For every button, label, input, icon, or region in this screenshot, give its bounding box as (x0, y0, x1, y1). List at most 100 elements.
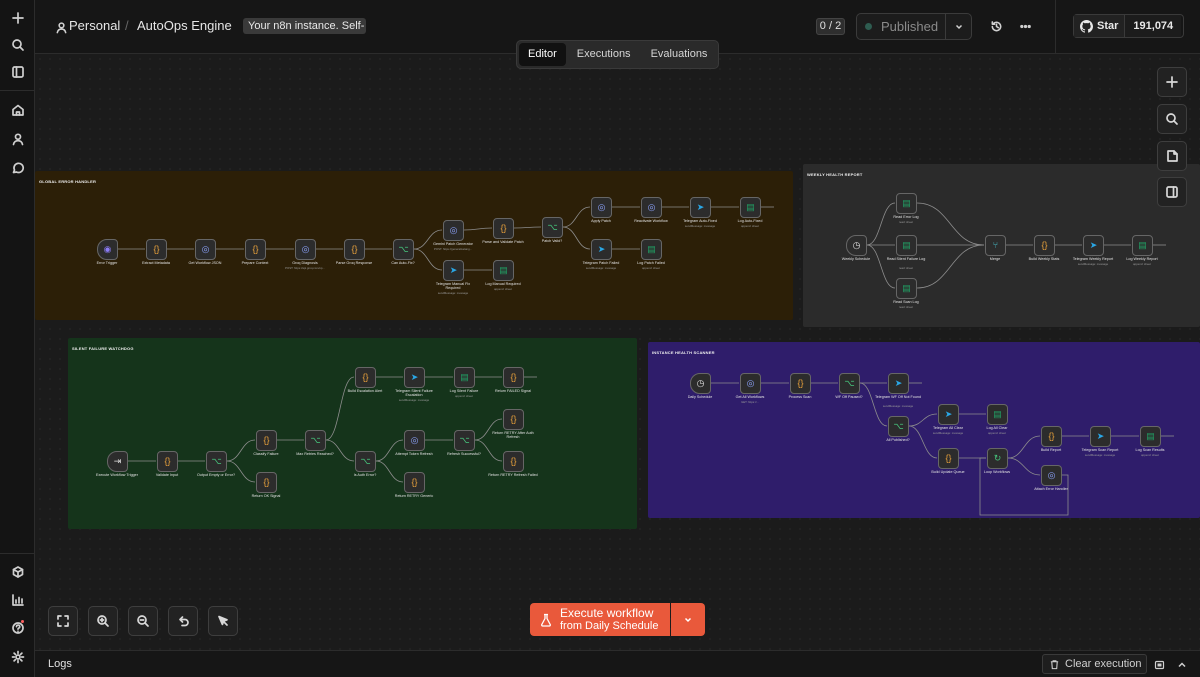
workflow-node[interactable]: {} (355, 367, 376, 388)
publish-button[interactable]: Published (856, 13, 946, 40)
workflow-node[interactable]: {} (256, 472, 277, 493)
tab-editor[interactable]: Editor (519, 43, 566, 66)
fit-view-button[interactable] (48, 606, 78, 636)
cursor-mode-button[interactable] (208, 606, 238, 636)
connection[interactable] (562, 206, 591, 228)
connection[interactable] (226, 460, 256, 483)
connection[interactable] (375, 439, 404, 462)
workflow-node[interactable]: ▤ (1132, 235, 1153, 256)
workflow-node[interactable]: {} (503, 451, 524, 472)
connection[interactable] (375, 460, 404, 483)
home-icon[interactable] (5, 99, 30, 121)
workflow-node[interactable]: ⌥ (839, 373, 860, 394)
workflow-node[interactable]: ◎ (1041, 465, 1062, 486)
workflow-node[interactable]: ◎ (740, 373, 761, 394)
workflow-node[interactable]: {} (1041, 426, 1062, 447)
workflow-node[interactable]: ▤ (896, 235, 917, 256)
workflow-node[interactable]: ▤ (740, 197, 761, 218)
workflow-node[interactable]: ◎ (295, 239, 316, 260)
workflow-node[interactable]: ▤ (896, 278, 917, 299)
execute-trigger-dropdown[interactable] (671, 603, 705, 636)
chat-icon[interactable] (5, 157, 30, 179)
chart-icon[interactable] (5, 589, 30, 611)
workflow-node[interactable]: {} (157, 451, 178, 472)
workflow-node[interactable]: ◎ (591, 197, 612, 218)
connection[interactable] (908, 413, 938, 427)
workflow-node[interactable]: {} (503, 409, 524, 430)
github-star-button[interactable]: Star 191,074 (1073, 14, 1184, 38)
workflow-node[interactable]: {} (256, 430, 277, 451)
workflow-node[interactable]: {} (404, 472, 425, 493)
zoom-out-button[interactable] (128, 606, 158, 636)
user-icon[interactable] (5, 128, 30, 150)
workflow-node[interactable]: ⌥ (305, 430, 326, 451)
workflow-node[interactable]: {} (503, 367, 524, 388)
tab-evaluations[interactable]: Evaluations (642, 43, 717, 66)
connection[interactable] (916, 202, 985, 246)
breadcrumb-project[interactable]: Personal (69, 18, 120, 33)
workflow-name[interactable]: AutoOps Engine (137, 18, 232, 33)
workflow-node[interactable]: ⌥ (888, 416, 909, 437)
workflow-node[interactable]: ➤ (591, 239, 612, 260)
workflow-node[interactable]: ▤ (641, 239, 662, 260)
add-node-button[interactable] (1157, 67, 1187, 97)
workflow-node[interactable]: ◎ (641, 197, 662, 218)
workflow-node[interactable]: ▤ (987, 404, 1008, 425)
workflow-node[interactable]: ⌥ (542, 217, 563, 238)
tab-executions[interactable]: Executions (568, 43, 640, 66)
workflow-node[interactable]: ➤ (938, 404, 959, 425)
workflow-tag[interactable]: Your n8n instance. Self- (243, 18, 366, 34)
undo-button[interactable] (168, 606, 198, 636)
workflow-node[interactable]: ▤ (1140, 426, 1161, 447)
connection[interactable] (1007, 435, 1041, 459)
workflow-node[interactable]: {} (790, 373, 811, 394)
workflow-node[interactable]: ➤ (690, 197, 711, 218)
connection[interactable] (562, 226, 591, 250)
workflow-node[interactable]: ▤ (493, 260, 514, 281)
search-icon[interactable] (5, 34, 30, 56)
workflow-node[interactable]: ⌥ (355, 451, 376, 472)
workflow-node[interactable]: {} (344, 239, 365, 260)
search-nodes-button[interactable] (1157, 104, 1187, 134)
workflow-node[interactable]: {} (938, 448, 959, 469)
logs-bar[interactable]: Logs Clear execution (35, 650, 1200, 677)
workflow-node[interactable]: ⌥ (454, 430, 475, 451)
workflow-node[interactable]: ↻ (987, 448, 1008, 469)
workflow-node[interactable]: ◎ (195, 239, 216, 260)
workflow-node[interactable]: ▤ (454, 367, 475, 388)
plus-icon[interactable] (5, 7, 30, 29)
workflow-node[interactable]: ⌥ (393, 239, 414, 260)
more-options-icon[interactable] (1017, 18, 1033, 34)
toggle-panel-button[interactable] (1157, 177, 1187, 207)
workflow-node[interactable]: {} (1034, 235, 1055, 256)
execute-workflow-button[interactable]: Execute workflow from Daily Schedule (530, 603, 670, 636)
history-icon[interactable] (988, 18, 1004, 34)
zoom-in-button[interactable] (88, 606, 118, 636)
workflow-node[interactable]: ▤ (896, 193, 917, 214)
add-sticky-button[interactable] (1157, 141, 1187, 171)
workflow-node[interactable]: ⌥ (206, 451, 227, 472)
clear-execution-button[interactable]: Clear execution (1042, 654, 1147, 674)
workflow-node[interactable]: ➤ (888, 373, 909, 394)
cube-icon[interactable] (5, 561, 30, 583)
workflow-node[interactable]: ➤ (404, 367, 425, 388)
connection[interactable] (866, 202, 896, 246)
connection[interactable] (474, 439, 503, 462)
workflow-node[interactable]: ➤ (443, 260, 464, 281)
connection[interactable] (413, 248, 443, 271)
panel-icon[interactable] (5, 61, 30, 83)
workflow-node[interactable]: {} (493, 218, 514, 239)
connection[interactable] (513, 226, 542, 229)
workflow-node[interactable]: {} (245, 239, 266, 260)
workflow-node[interactable]: ➤ (1090, 426, 1111, 447)
workflow-node[interactable]: ◎ (404, 430, 425, 451)
workflow-node[interactable]: ⑂ (985, 235, 1006, 256)
connection[interactable] (325, 376, 355, 441)
workflow-node[interactable]: ◷ (846, 235, 867, 256)
popout-icon[interactable] (1154, 658, 1166, 676)
help-icon[interactable] (5, 617, 30, 639)
connection[interactable] (325, 439, 355, 462)
publish-dropdown[interactable] (945, 13, 972, 40)
workflow-node[interactable]: ➤ (1083, 235, 1104, 256)
workflow-canvas[interactable]: GLOBAL ERROR HANDLER WEEKLY HEALTH REPOR… (35, 54, 1200, 650)
